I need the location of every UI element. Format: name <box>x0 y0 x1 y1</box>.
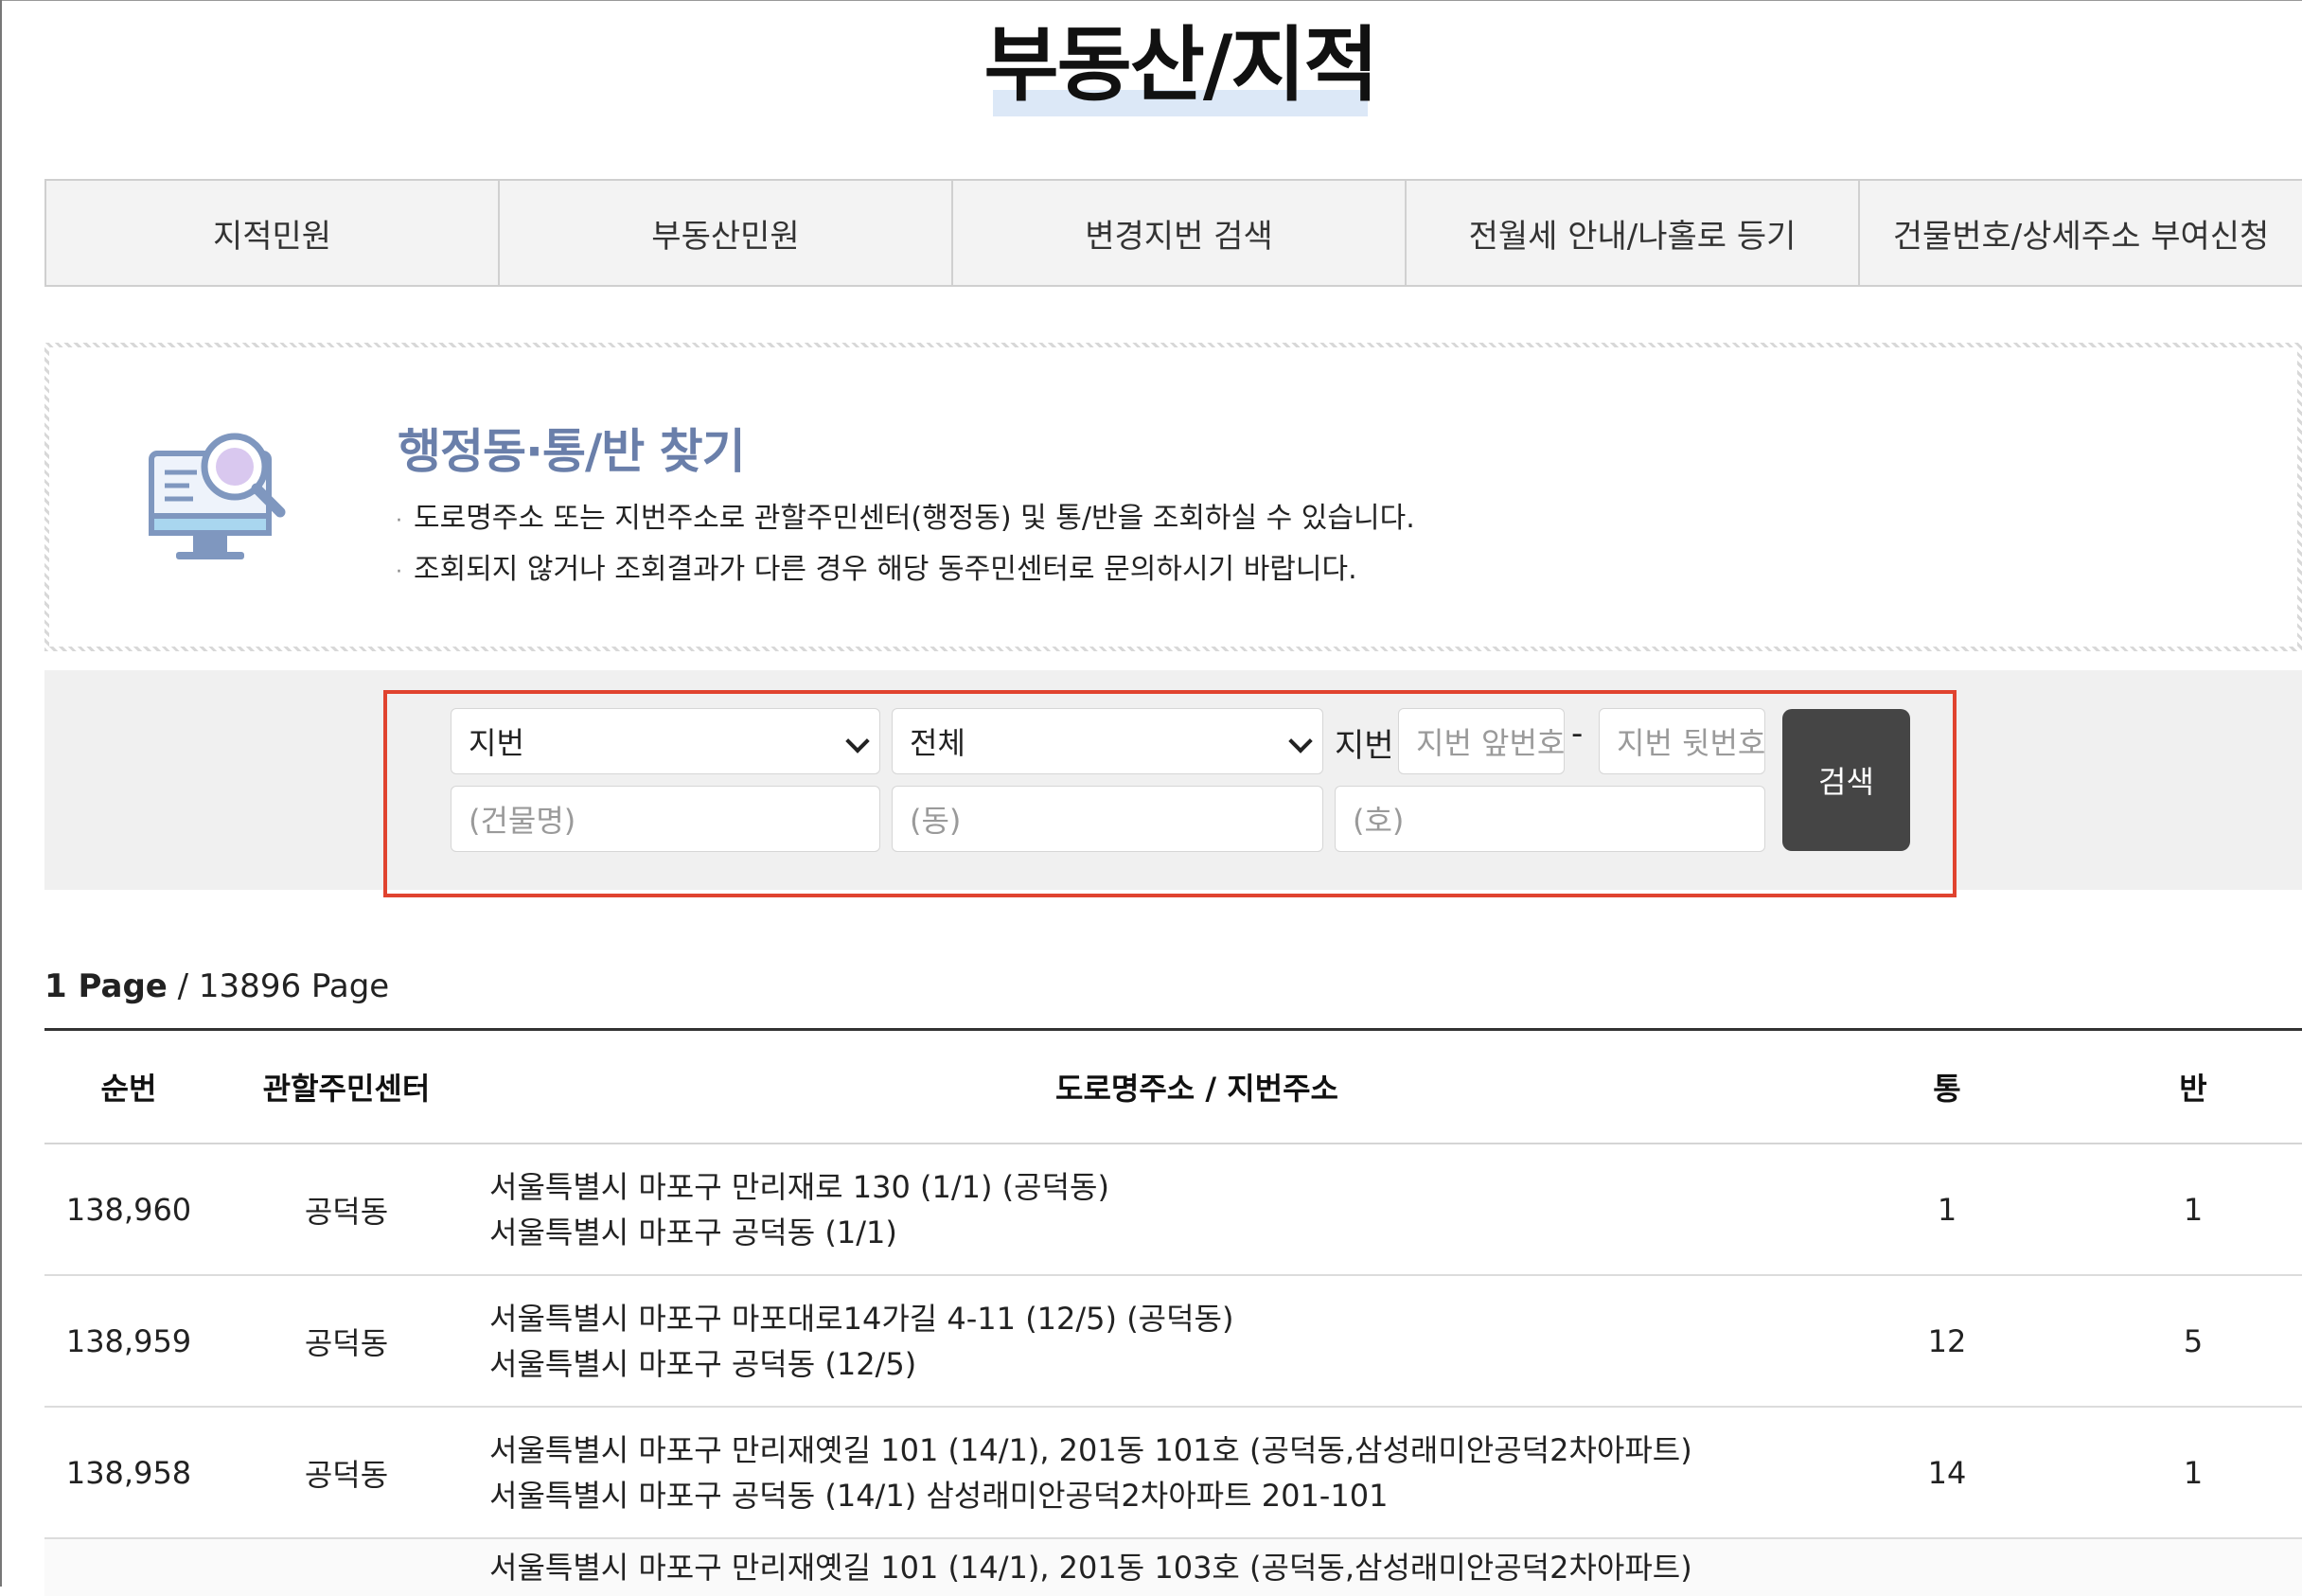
header-center: 관할주민센터 <box>262 1071 431 1107</box>
road-address: 서울특별시 마포구 만리재로 130 (1/1) (공덕동) <box>489 1168 1109 1205</box>
cell-address: 서울특별시 마포구 만리재옛길 101 (14/1), 201동 101호 (공… <box>489 1408 1692 1537</box>
jibun-address: 서울특별시 마포구 공덕동 (12/5) <box>489 1345 917 1382</box>
info-title: 행정동·통/반 찾기 <box>398 424 746 479</box>
header-ban: 반 <box>2179 1071 2207 1107</box>
cell-center: 공덕동 <box>304 1324 389 1361</box>
window-left-border <box>0 0 2 1587</box>
road-address: 서울특별시 마포구 마포대로14가길 4-11 (12/5) (공덕동) <box>489 1300 1234 1337</box>
cell-tong: 12 <box>1927 1322 1967 1359</box>
tab-bar: 지적민원 부동산민원 변경지번 검색 전월세 안내/나홀로 등기 건물번호/상세… <box>44 179 2302 287</box>
table-row: 138,959 공덕동 서울특별시 마포구 마포대로14가길 4-11 (12/… <box>44 1276 2302 1408</box>
cell-address: 서울특별시 마포구 만리재옛길 101 (14/1), 201동 103호 (공… <box>489 1545 1692 1590</box>
jibun-address: 서울특별시 마포구 공덕동 (14/1) 삼성래미안공덕2차아파트 201-10… <box>489 1477 1389 1514</box>
ho-input[interactable]: (호) <box>1335 786 1765 852</box>
cell-tong: 1 <box>1937 1191 1957 1228</box>
tab-changed-lot-search[interactable]: 변경지번 검색 <box>951 181 1405 285</box>
cell-center: 공덕동 <box>304 1193 389 1230</box>
monitor-search-icon <box>149 433 286 559</box>
road-address: 서울특별시 마포구 만리재옛길 101 (14/1), 201동 101호 (공… <box>489 1431 1692 1468</box>
chevron-down-icon <box>1288 729 1313 754</box>
window-top-border <box>0 0 2302 1</box>
header-tong: 통 <box>1933 1071 1961 1107</box>
cell-address: 서울특별시 마포구 만리재로 130 (1/1) (공덕동) 서울특별시 마포구… <box>489 1144 1109 1274</box>
cell-center: 공덕동 <box>304 1456 389 1493</box>
cell-no: 138,960 <box>65 1191 192 1228</box>
building-name-input[interactable]: (건물명) <box>451 786 880 852</box>
cell-ban: 5 <box>2183 1322 2204 1359</box>
table-row: 138,958 공덕동 서울특별시 마포구 만리재옛길 101 (14/1), … <box>44 1408 2302 1539</box>
result-table: 순번 관할주민센터 도로명주소 / 지번주소 통 반 138,960 공덕동 서… <box>44 1028 2302 1596</box>
tab-cadastral-civil[interactable]: 지적민원 <box>44 181 498 285</box>
info-line: · 조회되지 않거나 조회결과가 다른 경우 해당 동주민센터로 문의하시기 바랍… <box>396 553 1357 586</box>
table-header: 순번 관할주민센터 도로명주소 / 지번주소 통 반 <box>44 1028 2302 1144</box>
jibun-label: 지번 <box>1335 727 1394 765</box>
info-line: · 도로명주소 또는 지번주소로 관할주민센터(행정동) 및 통/반을 조회하실 … <box>396 502 1415 535</box>
road-address: 서울특별시 마포구 만리재옛길 101 (14/1), 201동 103호 (공… <box>489 1550 1692 1586</box>
cell-no: 138,958 <box>65 1454 192 1491</box>
chevron-down-icon <box>845 729 870 754</box>
jibun-main-input[interactable]: 지번 앞번호 <box>1398 708 1565 774</box>
info-box: 행정동·통/반 찾기 · 도로명주소 또는 지번주소로 관할주민센터(행정동) 및… <box>44 343 2302 651</box>
cell-address: 서울특별시 마포구 마포대로14가길 4-11 (12/5) (공덕동) 서울특… <box>489 1276 1233 1406</box>
cell-ban: 1 <box>2183 1454 2204 1491</box>
jibun-sub-input[interactable]: 지번 뒷번호 <box>1599 708 1765 774</box>
tab-lease-registration[interactable]: 전월세 안내/나홀로 등기 <box>1405 181 1858 285</box>
tab-building-number-request[interactable]: 건물번호/상세주소 부여신청 <box>1858 181 2302 285</box>
jibun-address: 서울특별시 마포구 공덕동 (1/1) <box>489 1214 897 1250</box>
header-address: 도로명주소 / 지번주소 <box>1055 1071 1338 1107</box>
cell-ban: 1 <box>2183 1191 2204 1228</box>
table-row: 서울특별시 마포구 만리재옛길 101 (14/1), 201동 103호 (공… <box>44 1539 2302 1596</box>
header-no: 순번 <box>100 1071 157 1107</box>
table-row: 138,960 공덕동 서울특별시 마포구 만리재로 130 (1/1) (공덕… <box>44 1144 2302 1276</box>
area-select[interactable]: 전체 <box>892 708 1323 774</box>
page-indicator: 1 Page / 13896 Page <box>44 967 390 1005</box>
page-title: 부동산/지적 <box>983 18 1378 113</box>
jibun-dash: - <box>1571 715 1584 753</box>
cell-no: 138,959 <box>65 1322 192 1359</box>
cell-tong: 14 <box>1927 1454 1967 1491</box>
dong-input[interactable]: (동) <box>892 786 1323 852</box>
address-type-select[interactable]: 지번 <box>451 708 880 774</box>
search-button[interactable]: 검색 <box>1782 709 1910 851</box>
tab-realestate-civil[interactable]: 부동산민원 <box>498 181 951 285</box>
